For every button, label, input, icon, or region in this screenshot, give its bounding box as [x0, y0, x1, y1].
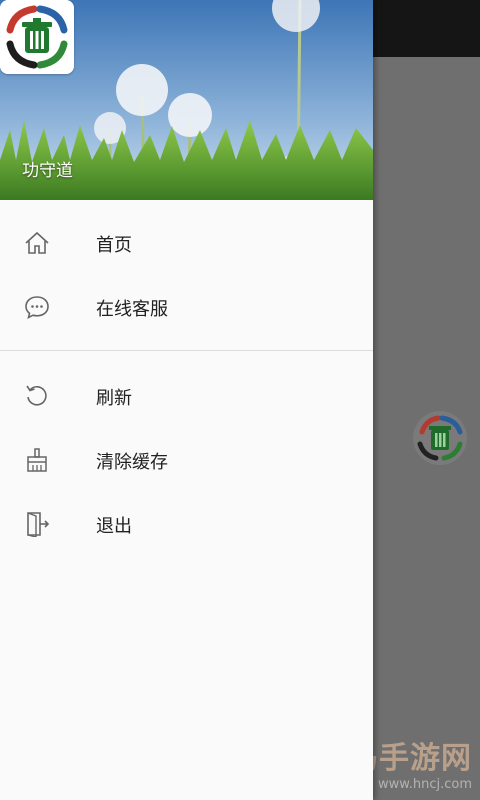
exit-door-icon: [27, 512, 50, 537]
status-bar: [373, 0, 480, 57]
app-name: 功守道: [22, 161, 73, 181]
menu-item-label: 在线客服: [96, 299, 168, 320]
refresh-icon: [26, 385, 47, 406]
menu-divider: [0, 350, 373, 351]
menu-item-refresh[interactable]: 刷新: [0, 363, 373, 427]
menu-item-label: 刷新: [96, 388, 132, 409]
drawer-menu: 首页 在线客服 刷新 清除缓存 退出: [0, 210, 373, 555]
chat-icon: [25, 296, 49, 320]
menu-item-clear-cache[interactable]: 清除缓存: [0, 427, 373, 491]
menu-item-online-support[interactable]: 在线客服: [0, 274, 373, 338]
navigation-drawer: 功守道 首页 在线客服 刷新 清除缓存 退出: [0, 0, 373, 800]
broom-icon: [27, 448, 47, 472]
app-logo-icon: [413, 411, 467, 465]
menu-item-label: 清除缓存: [96, 452, 168, 473]
menu-item-label: 退出: [96, 516, 132, 537]
menu-item-exit[interactable]: 退出: [0, 491, 373, 555]
home-icon: [25, 231, 49, 254]
menu-item-label: 首页: [96, 235, 132, 256]
menu-item-home[interactable]: 首页: [0, 210, 373, 274]
app-logo: [0, 0, 74, 74]
drawer-header: 功守道: [0, 0, 373, 200]
